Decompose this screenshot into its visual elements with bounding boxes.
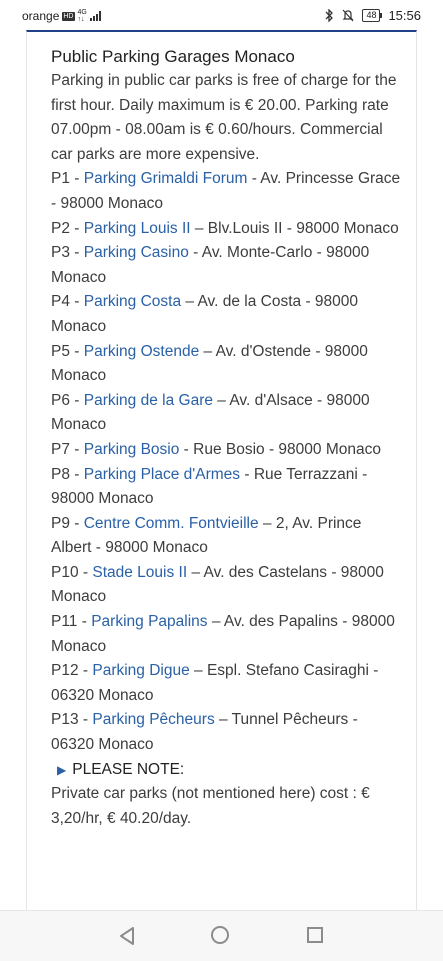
triangle-bullet-icon: ▶ [57, 762, 67, 777]
network-type: 4G [77, 9, 87, 16]
back-icon[interactable] [118, 926, 136, 946]
parking-address: - Rue Bosio - 98000 Monaco [179, 440, 381, 458]
parking-item: P13 - Parking Pêcheurs – Tunnel Pêcheurs… [51, 708, 403, 757]
status-bar: orange HD 4G ↑↓ 48 15:56 [0, 0, 443, 30]
parking-address: – Blv.Louis II - 98000 Monaco [190, 219, 399, 237]
parking-code: P6 - [51, 391, 84, 409]
parking-link[interactable]: Parking Digue [92, 662, 189, 679]
parking-code: P9 - [51, 514, 84, 532]
parking-item: P11 - Parking Papalins – Av. des Papalin… [51, 610, 403, 659]
mute-bell-icon [342, 9, 354, 22]
parking-link[interactable]: Parking Casino [84, 244, 189, 261]
parking-item: P7 - Parking Bosio - Rue Bosio - 98000 M… [51, 438, 403, 463]
parking-item: P1 - Parking Grimaldi Forum - Av. Prince… [51, 167, 403, 216]
parking-code: P2 - [51, 219, 84, 237]
article: Public Parking Garages Monaco Parking in… [51, 44, 403, 831]
parking-item: P10 - Stade Louis II – Av. des Castelans… [51, 561, 403, 610]
parking-link[interactable]: Centre Comm. Fontvieille [84, 515, 259, 532]
parking-code: P3 - [51, 244, 84, 262]
parking-code: P13 - [51, 711, 93, 729]
carrier-info: orange HD 4G ↑↓ [22, 9, 101, 23]
parking-code: P11 - [51, 613, 92, 631]
parking-item: P6 - Parking de la Gare – Av. d'Alsace -… [51, 389, 403, 438]
parking-code: P4 - [51, 293, 84, 311]
clock: 15:56 [388, 8, 421, 23]
intro-text: Parking in public car parks is free of c… [51, 72, 397, 163]
parking-link[interactable]: Parking Papalins [91, 613, 207, 630]
bluetooth-icon [325, 9, 334, 22]
status-icons: 48 15:56 [325, 8, 421, 23]
parking-item: P8 - Parking Place d'Armes - Rue Terrazz… [51, 463, 403, 512]
parking-code: P1 - [51, 170, 84, 188]
content-card: Public Parking Garages Monaco Parking in… [26, 30, 417, 910]
parking-link[interactable]: Parking Louis II [84, 220, 191, 237]
parking-link[interactable]: Parking de la Gare [84, 392, 213, 409]
parking-link[interactable]: Parking Place d'Armes [84, 466, 240, 483]
signal-icon [89, 11, 101, 21]
parking-item: P2 - Parking Louis II – Blv.Louis II - 9… [51, 217, 403, 242]
network-activity: ↑↓ [77, 16, 85, 23]
note-text: Private car parks (not mentioned here) c… [51, 785, 370, 827]
note-heading-row: ▶ PLEASE NOTE: [51, 758, 403, 783]
parking-code: P10 - [51, 563, 93, 581]
parking-link[interactable]: Stade Louis II [92, 564, 187, 581]
note-heading: PLEASE NOTE: [72, 760, 185, 778]
parking-item: P12 - Parking Digue – Espl. Stefano Casi… [51, 659, 403, 708]
battery-icon: 48 [362, 9, 383, 22]
hd-badge: HD [62, 11, 75, 21]
parking-code: P5 - [51, 342, 84, 360]
parking-code: P12 - [51, 662, 93, 680]
parking-list: P1 - Parking Grimaldi Forum - Av. Prince… [51, 167, 403, 757]
recent-apps-icon[interactable] [307, 927, 323, 943]
page-title: Public Parking Garages Monaco [51, 47, 295, 66]
parking-item: P3 - Parking Casino - Av. Monte-Carlo - … [51, 241, 403, 290]
parking-item: P9 - Centre Comm. Fontvieille – 2, Av. P… [51, 512, 403, 561]
parking-code: P8 - [51, 465, 84, 483]
parking-link[interactable]: Parking Pêcheurs [92, 711, 214, 728]
home-icon[interactable] [211, 926, 229, 944]
carrier-name: orange [22, 9, 60, 23]
parking-link[interactable]: Parking Bosio [84, 441, 180, 458]
parking-link[interactable]: Parking Costa [84, 293, 181, 310]
navigation-bar [0, 910, 443, 961]
parking-code: P7 - [51, 440, 84, 458]
parking-item: P5 - Parking Ostende – Av. d'Ostende - 9… [51, 340, 403, 389]
network-indicator: 4G ↑↓ [78, 9, 87, 23]
parking-item: P4 - Parking Costa – Av. de la Costa - 9… [51, 290, 403, 339]
parking-link[interactable]: Parking Grimaldi Forum [84, 170, 248, 187]
parking-link[interactable]: Parking Ostende [84, 343, 199, 360]
